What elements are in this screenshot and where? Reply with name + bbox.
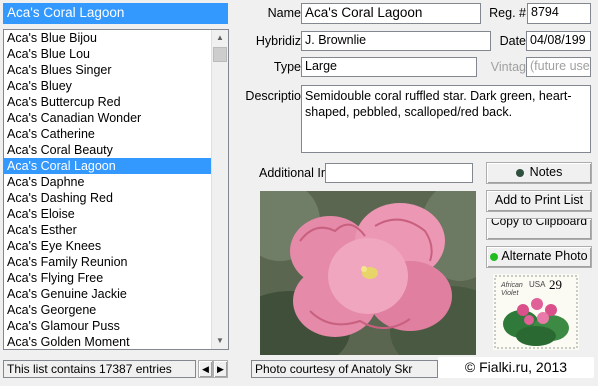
type-label: Type bbox=[273, 60, 301, 74]
notes-button[interactable]: Notes bbox=[486, 162, 592, 184]
copy-clipboard-label: Copy to Clipboard bbox=[490, 218, 588, 228]
list-item[interactable]: Aca's Blues Singer bbox=[4, 62, 228, 78]
scroll-down-icon[interactable]: ▼ bbox=[212, 333, 228, 349]
list-item[interactable]: Aca's Blue Bijou bbox=[4, 30, 228, 46]
description-label: Descriptio bbox=[245, 89, 301, 103]
copy-clipboard-button[interactable]: Copy to Clipboard bbox=[486, 218, 592, 240]
list-item[interactable]: Aca's Blue Lou bbox=[4, 46, 228, 62]
alternate-photo-label: Alternate Photo bbox=[501, 249, 588, 263]
list-item[interactable]: Aca's Glamour Puss bbox=[4, 318, 228, 334]
list-item[interactable]: Aca's Coral Lagoon bbox=[4, 158, 228, 174]
violet-stamp: USA 29 African Violet bbox=[493, 274, 579, 350]
list-status: This list contains 17387 entries bbox=[3, 360, 196, 378]
description-field[interactable]: Semidouble coral ruffled star. Dark gree… bbox=[301, 85, 591, 153]
watermark: © Fialki.ru, 2013 bbox=[438, 357, 594, 378]
additional-info-field[interactable] bbox=[325, 163, 473, 183]
search-input[interactable]: Aca's Coral Lagoon bbox=[3, 3, 228, 24]
name-label: Name bbox=[267, 6, 301, 20]
flower-photo bbox=[260, 191, 476, 355]
variety-list-items: Aca's Blue Bijou Aca's Blue Lou Aca's Blue… bbox=[4, 30, 228, 349]
vintage-field: (future use bbox=[526, 57, 591, 77]
photo-credit: Photo courtesy of Anatoly Skr bbox=[251, 360, 438, 378]
variety-list[interactable]: Aca's Blue Bijou Aca's Blue Lou Aca's Blue… bbox=[3, 29, 229, 350]
add-print-list-button[interactable]: Add to Print List bbox=[486, 190, 592, 212]
list-item[interactable]: Aca's Flying Free bbox=[4, 270, 228, 286]
list-item[interactable]: Aca's Dashing Red bbox=[4, 190, 228, 206]
date-label: Date bbox=[499, 34, 526, 48]
list-item[interactable]: Aca's Buttercup Red bbox=[4, 94, 228, 110]
type-field[interactable]: Large bbox=[301, 57, 477, 77]
reg-field[interactable]: 8794 bbox=[527, 3, 591, 24]
scroll-up-icon[interactable]: ▲ bbox=[212, 30, 228, 46]
scroll-thumb[interactable] bbox=[213, 47, 227, 62]
name-field[interactable]: Aca's Coral Lagoon bbox=[301, 3, 481, 24]
hybridizer-label: Hybridiz bbox=[255, 34, 301, 48]
hybridizer-field[interactable]: J. Brownlie bbox=[301, 31, 491, 51]
list-item[interactable]: Aca's Georgene bbox=[4, 302, 228, 318]
stamp-title: African Violet bbox=[501, 282, 523, 297]
stamp-usa: USA bbox=[529, 280, 546, 289]
list-item[interactable]: Aca's Esther bbox=[4, 222, 228, 238]
list-item[interactable]: Aca's Bluey bbox=[4, 78, 228, 94]
stamp-value: 29 bbox=[549, 277, 562, 292]
additional-info-label: Additional Ir bbox=[258, 166, 325, 180]
alternate-photo-indicator-icon bbox=[490, 252, 499, 261]
prev-arrow-button[interactable]: ◀ bbox=[198, 360, 213, 378]
list-item[interactable]: Aca's Canadian Wonder bbox=[4, 110, 228, 126]
alternate-photo-button[interactable]: Alternate Photo bbox=[486, 246, 592, 268]
reg-label: Reg. # bbox=[489, 6, 526, 20]
list-item[interactable]: Aca's Catherine bbox=[4, 126, 228, 142]
list-item[interactable]: Aca's Golden Moment bbox=[4, 334, 228, 349]
list-item[interactable]: Aca's Eye Knees bbox=[4, 238, 228, 254]
notes-button-label: Notes bbox=[529, 165, 563, 179]
next-arrow-button[interactable]: ▶ bbox=[213, 360, 228, 378]
list-item[interactable]: Aca's Daphne bbox=[4, 174, 228, 190]
notes-indicator-icon bbox=[515, 168, 524, 177]
vintage-label: Vintag bbox=[490, 60, 526, 74]
list-item[interactable]: Aca's Coral Beauty bbox=[4, 142, 228, 158]
list-item[interactable]: Aca's Family Reunion bbox=[4, 254, 228, 270]
violet-flower-icon bbox=[260, 191, 476, 355]
date-field[interactable]: 04/08/199 bbox=[526, 31, 591, 51]
list-item[interactable]: Aca's Genuine Jackie bbox=[4, 286, 228, 302]
list-scrollbar[interactable]: ▲ ▼ bbox=[211, 30, 228, 349]
list-item[interactable]: Aca's Eloise bbox=[4, 206, 228, 222]
